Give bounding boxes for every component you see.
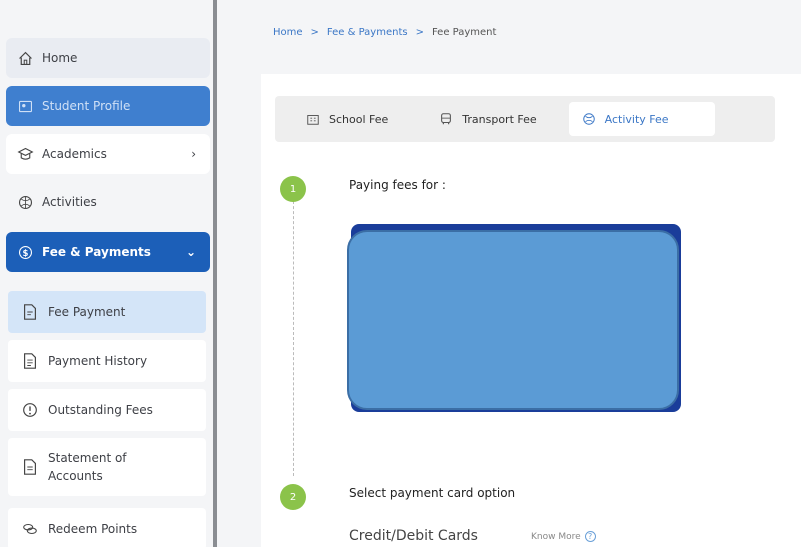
step-1-title: Paying fees for : — [349, 178, 446, 192]
statement-line-2: Accounts — [48, 469, 103, 483]
sidebar-item-student-profile[interactable]: Student Profile — [6, 86, 210, 126]
coins-icon — [20, 519, 40, 539]
activities-icon — [16, 193, 34, 211]
know-more-label: Know More — [531, 531, 581, 542]
payment-option-credit-debit[interactable]: Credit/Debit Cards — [349, 528, 478, 544]
breadcrumb-home[interactable]: Home — [273, 27, 303, 38]
profile-icon — [16, 97, 34, 115]
step-2-indicator: 2 — [280, 484, 306, 510]
chevron-right-icon: › — [191, 147, 196, 161]
bus-icon — [438, 111, 454, 127]
tab-label: School Fee — [329, 112, 389, 126]
school-icon — [305, 111, 321, 127]
receipt-icon — [20, 302, 40, 322]
sidebar-item-label: Home — [42, 51, 78, 65]
sidebar-subitem-payment-history[interactable]: Payment History — [8, 340, 206, 382]
sidebar-item-home[interactable]: Home — [6, 38, 210, 78]
step-2-title: Select payment card option — [349, 486, 516, 500]
help-icon: ? — [584, 531, 596, 542]
breadcrumb-current: Fee Payment — [431, 27, 497, 38]
breadcrumb-separator: > — [310, 27, 319, 38]
sidebar-item-label: Academics — [42, 147, 107, 161]
sidebar-item-label: Student Profile — [42, 99, 131, 113]
money-icon: $ — [16, 243, 34, 261]
breadcrumb: Home > Fee & Payments > Fee Payment — [273, 27, 496, 38]
statement-icon — [20, 457, 40, 477]
sidebar-subitem-redeem-points[interactable]: Redeem Points — [8, 508, 206, 547]
sidebar-subitem-label: Payment History — [48, 354, 148, 368]
svg-text:$: $ — [22, 248, 28, 258]
tab-activity-fee[interactable]: Activity Fee — [568, 102, 715, 136]
sidebar-subitem-label: Outstanding Fees — [48, 403, 153, 417]
breadcrumb-separator: > — [415, 27, 424, 38]
sidebar-subitem-label: Redeem Points — [48, 522, 138, 536]
sidebar-item-activities[interactable]: Activities — [6, 182, 210, 222]
main-content: Home > Fee & Payments > Fee Payment Scho… — [217, 0, 801, 547]
tab-school-fee[interactable]: School Fee — [293, 102, 400, 136]
breadcrumb-fee-payments[interactable]: Fee & Payments — [327, 27, 408, 38]
student-card-redacted — [347, 230, 679, 410]
fee-type-tabs: School Fee Transport Fee Activity Fee — [275, 96, 775, 142]
chevron-down-icon: ⌄ — [185, 245, 196, 259]
know-more-link[interactable]: Know More ? — [531, 531, 596, 542]
step-1-indicator: 1 — [280, 176, 306, 202]
student-card[interactable] — [347, 224, 681, 414]
step-connector — [293, 196, 294, 476]
sidebar-subitem-label: Statement of Accounts — [48, 449, 127, 485]
sidebar-subitem-label: Fee Payment — [48, 305, 126, 319]
statement-line-1: Statement of — [48, 451, 127, 465]
document-icon — [20, 351, 40, 371]
tab-label: Activity Fee — [604, 112, 669, 126]
tab-label: Transport Fee — [462, 112, 537, 126]
tab-transport-fee[interactable]: Transport Fee — [426, 102, 548, 136]
sidebar-subitem-fee-payment[interactable]: Fee Payment — [8, 291, 206, 333]
sidebar-subitem-statement-of-accounts[interactable]: Statement of Accounts — [8, 438, 206, 496]
alert-icon — [20, 400, 40, 420]
sidebar-item-academics[interactable]: Academics › — [6, 134, 210, 174]
sidebar-item-label: Activities — [42, 195, 97, 209]
sidebar-subitem-outstanding-fees[interactable]: Outstanding Fees — [8, 389, 206, 431]
sidebar-item-fee-payments[interactable]: $ Fee & Payments ⌄ — [6, 232, 210, 272]
activity-icon — [581, 111, 597, 127]
home-icon — [16, 49, 34, 67]
sidebar-item-label: Fee & Payments — [42, 245, 151, 259]
graduation-icon — [16, 145, 34, 163]
sidebar: Home Student Profile Academics › Activit… — [0, 0, 214, 547]
app-root: Home Student Profile Academics › Activit… — [0, 0, 801, 547]
